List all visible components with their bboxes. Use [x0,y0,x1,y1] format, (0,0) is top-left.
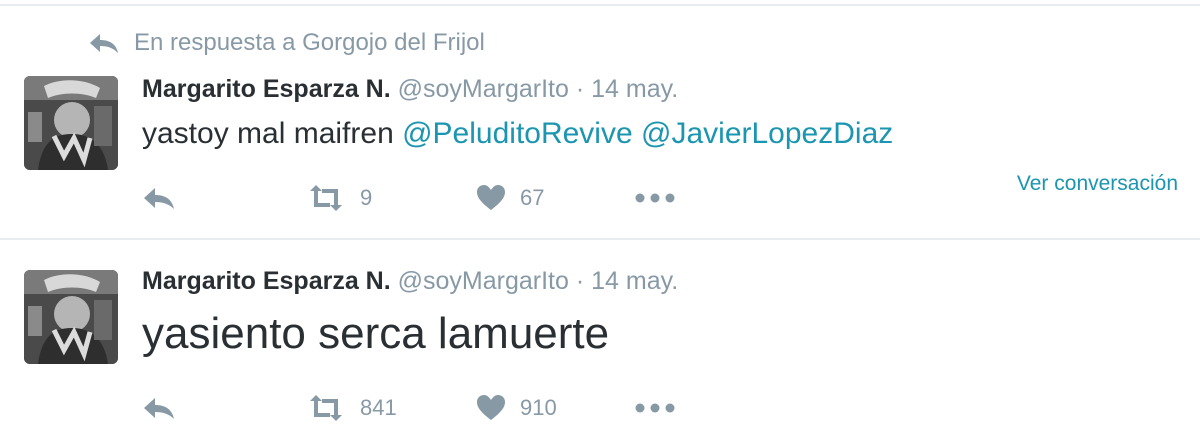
like-count: 67 [520,185,545,210]
tweet-text: yastoy mal maifren @PeluditoRevive @Javi… [142,116,893,152]
reply-context[interactable]: En respuesta a Gorgojo del Frijol [88,28,485,58]
reply-icon [142,185,176,211]
separator: · [575,75,585,103]
reply-button[interactable] [142,391,176,425]
retweet-button[interactable]: 841 [306,391,397,425]
user-name[interactable]: Margarito Esparza N. [142,75,391,103]
retweet-icon [306,183,346,213]
more-button[interactable] [635,391,675,425]
retweet-button[interactable]: 9 [306,181,372,215]
view-conversation-link[interactable]: Ver conversación [1017,172,1178,196]
avatar[interactable] [24,76,118,170]
like-button[interactable]: 67 [476,181,544,215]
tweet-header: Margarito Esparza N. @soyMargarIto · 14 … [142,74,678,104]
reply-context-text[interactable]: En respuesta a Gorgojo del Frijol [134,29,485,57]
user-handle[interactable]: @soyMargarIto [398,267,569,295]
more-button[interactable] [635,181,675,215]
mention-link[interactable]: @JavierLopezDiaz [641,117,893,150]
mention-link[interactable]: @PeluditoRevive [402,117,633,150]
tweet-header: Margarito Esparza N. @soyMargarIto · 14 … [142,266,678,296]
separator: · [575,267,585,295]
tweet-2[interactable]: Margarito Esparza N. @soyMargarIto · 14 … [0,240,1200,434]
reply-arrow-icon [88,31,120,55]
tweet-text: yasiento serca lamuerte [142,309,610,358]
reply-button[interactable] [142,181,176,215]
like-count: 910 [520,395,557,420]
retweet-count: 841 [360,395,397,420]
like-button[interactable]: 910 [476,391,557,425]
retweet-icon [306,393,346,423]
more-icon [635,193,675,203]
heart-icon [476,394,506,422]
heart-icon [476,184,506,212]
tweet-body: yastoy mal maifren [142,117,403,150]
timestamp[interactable]: 14 may. [591,267,678,295]
retweet-count: 9 [360,185,373,210]
avatar[interactable] [24,270,118,364]
user-name[interactable]: Margarito Esparza N. [142,267,391,295]
tweet-1[interactable]: En respuesta a Gorgojo del Frijol Margar… [0,0,1200,238]
user-handle[interactable]: @soyMargarIto [398,75,569,103]
more-icon [635,403,675,413]
reply-icon [142,395,176,421]
timestamp[interactable]: 14 may. [591,75,678,103]
